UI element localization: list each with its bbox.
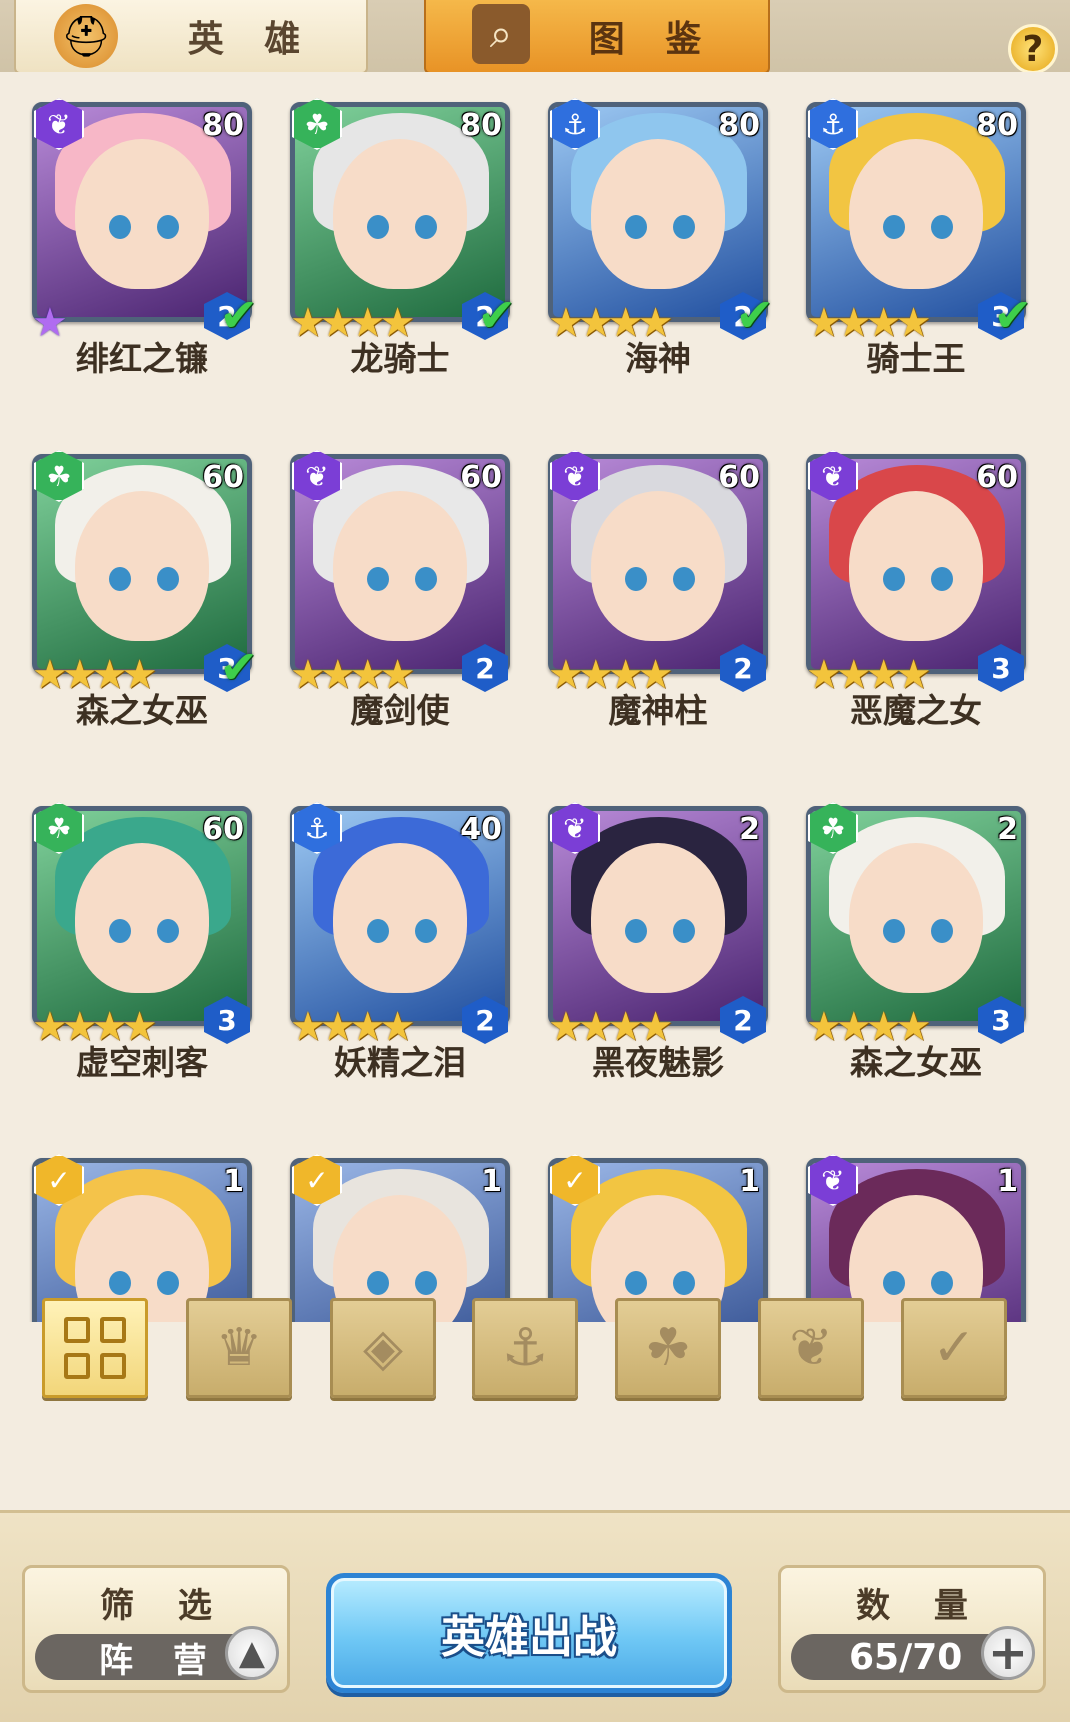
hero-name: 妖精之泪 bbox=[334, 1043, 466, 1082]
knight-helmet-icon: ⛑ bbox=[54, 4, 118, 68]
tab-heroes[interactable]: ⛑ 英 雄 bbox=[14, 0, 368, 74]
hero-name: 海神 bbox=[625, 339, 691, 378]
hero-level: 60 bbox=[976, 460, 1018, 495]
hero-name: 魔剑使 bbox=[350, 691, 450, 730]
help-button[interactable]: ? bbox=[1008, 24, 1058, 74]
hero-card[interactable]: ✓ 1 bbox=[548, 1138, 768, 1322]
hero-card[interactable]: ❦ 80 ★ 2 ✔ 绯红之镰 bbox=[32, 82, 258, 382]
hero-level: 1 bbox=[223, 1164, 244, 1199]
faction-filter-button[interactable]: ◈ bbox=[330, 1298, 436, 1398]
hero-card[interactable]: ⚓ 80 ★ ★ ★ ★ 2 ✔ 海神 bbox=[548, 82, 774, 382]
hero-name: 绯红之镰 bbox=[76, 339, 208, 378]
hero-level: 40 bbox=[460, 812, 502, 847]
hero-name: 黑夜魅影 bbox=[592, 1043, 724, 1082]
expand-capacity-button[interactable]: + bbox=[981, 1625, 1035, 1681]
hero-card[interactable]: ❦ 1 bbox=[806, 1138, 1026, 1322]
tab-codex[interactable]: ⌕ 图 鉴 bbox=[424, 0, 770, 74]
hero-card[interactable]: ☘ 2 ★ ★ ★ ★ 3 森之女巫 bbox=[806, 786, 1026, 1086]
hero-card[interactable]: ⚓ 80 ★ ★ ★ ★ 3 ✔ 骑士王 bbox=[806, 82, 1032, 382]
all-factions-icon bbox=[64, 1317, 126, 1379]
faction-filter-button[interactable] bbox=[42, 1298, 148, 1398]
faction-filter-button[interactable]: ♛ bbox=[186, 1298, 292, 1398]
hero-card[interactable]: ✓ 1 bbox=[32, 1138, 252, 1322]
magnifier-book-icon: ⌕ bbox=[472, 4, 530, 64]
tab-codex-label: 图 鉴 bbox=[588, 19, 716, 60]
filter-box: 筛 选 阵 营 ▲ bbox=[22, 1565, 290, 1693]
faction-filter-button[interactable]: ⚓ bbox=[472, 1298, 578, 1398]
hero-card[interactable]: ✓ 1 bbox=[290, 1138, 510, 1322]
hero-name: 虚空刺客 bbox=[76, 1043, 208, 1082]
top-tab-bar: ⛑ 英 雄 ⌕ 图 鉴 ? bbox=[0, 0, 1070, 78]
hero-level: 1 bbox=[739, 1164, 760, 1199]
faction-filter-button[interactable]: ❦ bbox=[758, 1298, 864, 1398]
hero-name: 魔神柱 bbox=[608, 691, 708, 730]
chevron-up-icon: ▲ bbox=[238, 1633, 266, 1673]
hero-card[interactable]: ☘ 80 ★ ★ ★ ★ 2 ✔ 龙骑士 bbox=[290, 82, 516, 382]
hero-card[interactable]: ❦ 2 ★ ★ ★ ★ 2 黑夜魅影 bbox=[548, 786, 768, 1086]
bottom-bar: 筛 选 阵 营 ▲ 英雄出战 数 量 65/70 + bbox=[0, 1510, 1070, 1722]
hero-grid[interactable]: ❦ 80 ★ 2 ✔ 绯红之镰 ☘ 80 ★ ★ ★ ★ 2 ✔ 龙骑士 ⚓ 80 ★ ★ ★ ★ 2 ✔ 海神 ⚓ 80 ★ ★ ★ ★… bbox=[0, 72, 1070, 1322]
faction-filter-button[interactable]: ☘ bbox=[615, 1298, 721, 1398]
hero-name: 骑士王 bbox=[866, 339, 966, 378]
filter-title: 筛 选 bbox=[100, 1586, 228, 1626]
hero-level: 2 bbox=[739, 812, 760, 847]
faction-filter-button[interactable]: ✓ bbox=[901, 1298, 1007, 1398]
hero-level: 1 bbox=[481, 1164, 502, 1199]
hero-card[interactable]: ❦ 60 ★ ★ ★ ★ 3 恶魔之女 bbox=[806, 434, 1026, 734]
anchor-faction-icon: ⚓ bbox=[501, 1318, 549, 1378]
hero-name: 森之女巫 bbox=[76, 691, 208, 730]
light-faction-icon: ♛ bbox=[215, 1318, 263, 1378]
hero-card[interactable]: ☘ 60 ★ ★ ★ ★ 3 ✔ 森之女巫 bbox=[32, 434, 258, 734]
demon-faction-icon: ❦ bbox=[789, 1318, 833, 1378]
hero-card[interactable]: ❦ 60 ★ ★ ★ ★ 2 魔剑使 bbox=[290, 434, 510, 734]
deploy-heroes-button[interactable]: 英雄出战 bbox=[326, 1573, 732, 1693]
hero-level: 60 bbox=[202, 460, 244, 495]
filter-expand-button[interactable]: ▲ bbox=[225, 1626, 279, 1680]
hero-level: 60 bbox=[202, 812, 244, 847]
hero-level: 80 bbox=[202, 108, 244, 143]
hero-level: 1 bbox=[997, 1164, 1018, 1199]
hero-level: 60 bbox=[718, 460, 760, 495]
chevron-faction-icon: ✓ bbox=[932, 1318, 976, 1378]
beast-faction-icon: ☘ bbox=[644, 1318, 692, 1378]
tab-heroes-label: 英 雄 bbox=[187, 19, 315, 60]
hero-name: 恶魔之女 bbox=[850, 691, 982, 730]
hero-level: 60 bbox=[460, 460, 502, 495]
hero-card[interactable]: ⚓ 40 ★ ★ ★ ★ 2 妖精之泪 bbox=[290, 786, 510, 1086]
hero-card[interactable]: ☘ 60 ★ ★ ★ ★ 3 虚空刺客 bbox=[32, 786, 252, 1086]
hero-name: 龙骑士 bbox=[350, 339, 450, 378]
faction-filter-row: ♛ ◈ ⚓ ☘ ❦ ✓ bbox=[0, 1298, 1070, 1408]
hero-level: 80 bbox=[976, 108, 1018, 143]
hero-card[interactable]: ❦ 60 ★ ★ ★ ★ 2 魔神柱 bbox=[548, 434, 768, 734]
hero-count-box: 数 量 65/70 + bbox=[778, 1565, 1046, 1693]
hero-level: 2 bbox=[997, 812, 1018, 847]
hero-name: 森之女巫 bbox=[850, 1043, 982, 1082]
hero-level: 80 bbox=[718, 108, 760, 143]
diamond-faction-icon: ◈ bbox=[363, 1318, 403, 1378]
count-title: 数 量 bbox=[856, 1586, 984, 1626]
hero-level: 80 bbox=[460, 108, 502, 143]
plus-icon: + bbox=[987, 1625, 1029, 1681]
